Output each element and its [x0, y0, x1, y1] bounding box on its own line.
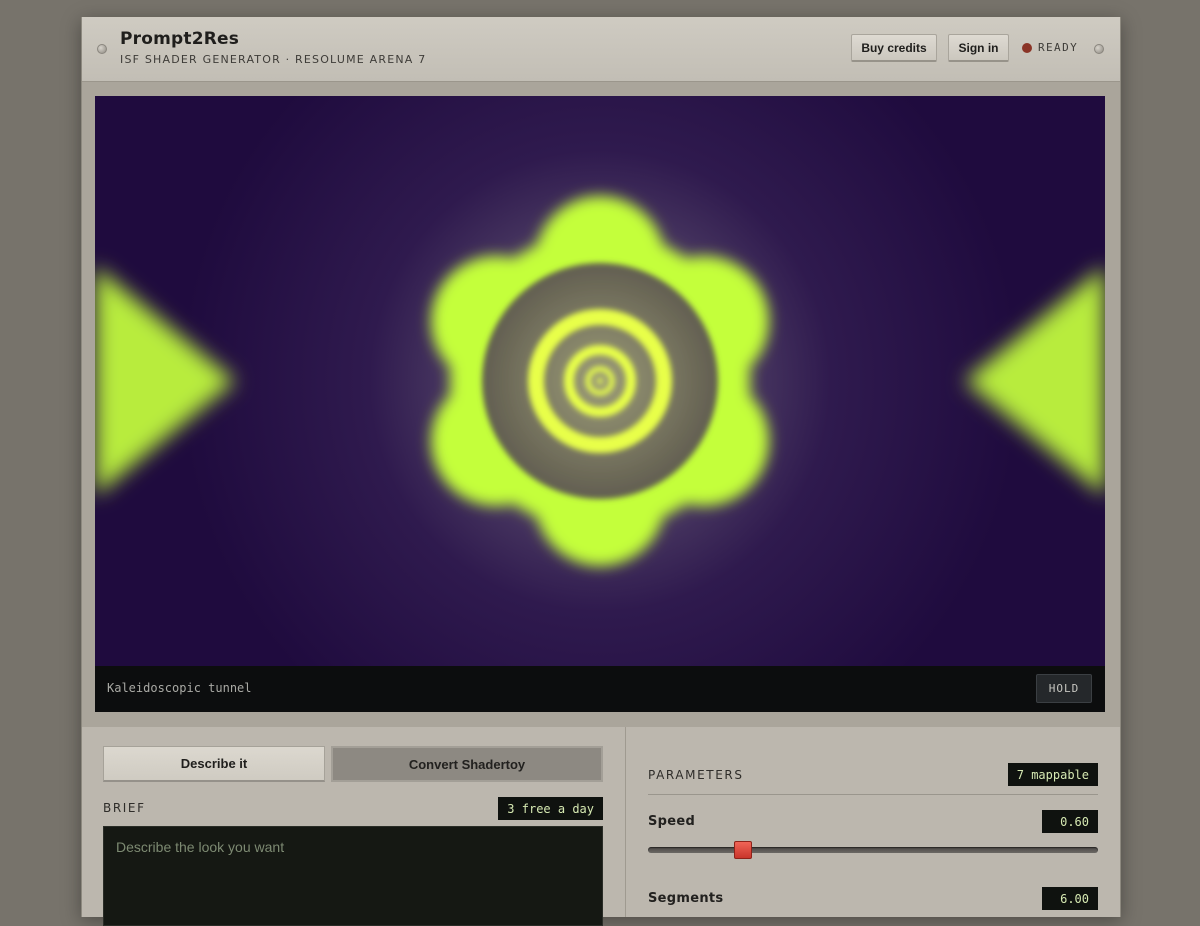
lower-panels: Describe it Convert Shadertoy BRIEF 3 fr…: [82, 727, 1120, 926]
preview-bar: Kaleidoscopic tunnel HOLD: [95, 666, 1105, 712]
screw-icon: [97, 44, 107, 54]
status-indicator: READY: [1022, 41, 1078, 54]
app-window: Prompt2Res ISF SHADER GENERATOR · RESOLU…: [81, 17, 1121, 926]
status-text: READY: [1038, 41, 1079, 54]
brief-label: BRIEF: [103, 801, 146, 815]
speed-slider-thumb[interactable]: [733, 841, 752, 859]
status-led-icon: [1022, 42, 1032, 53]
tab-convert-shadertoy[interactable]: Convert Shadertoy: [331, 746, 603, 782]
param-speed-value[interactable]: 0.60: [1042, 810, 1098, 833]
param-speed-label: Speed: [648, 814, 696, 829]
quota-badge: 3 free a day: [498, 797, 603, 820]
hold-button[interactable]: HOLD: [1036, 674, 1092, 703]
title-bar: Prompt2Res ISF SHADER GENERATOR · RESOLU…: [82, 17, 1120, 82]
app-subtitle: ISF SHADER GENERATOR · RESOLUME ARENA 7: [120, 53, 427, 66]
preset-name: Kaleidoscopic tunnel: [107, 681, 252, 695]
param-segments-value[interactable]: 6.00: [1042, 887, 1098, 910]
screw-icon: [1094, 44, 1104, 54]
preview-frame: Kaleidoscopic tunnel HOLD: [82, 82, 1120, 727]
tab-describe-it[interactable]: Describe it: [103, 746, 325, 782]
shader-preview[interactable]: [95, 96, 1105, 666]
buy-credits-button[interactable]: Buy credits: [851, 34, 937, 62]
app-title: Prompt2Res: [120, 29, 240, 49]
mappable-badge: 7 mappable: [1007, 763, 1098, 786]
sign-in-button[interactable]: Sign in: [948, 34, 1009, 62]
speed-slider-track[interactable]: [648, 847, 1098, 853]
param-segments-label: Segments: [648, 891, 724, 906]
parameters-label: PARAMETERS: [648, 768, 744, 782]
brief-input[interactable]: [103, 826, 603, 926]
shader-preview-canvas: [95, 96, 1105, 666]
parameters-panel: PARAMETERS 7 mappable Speed 0.60 Segment…: [626, 727, 1120, 917]
brief-panel: Describe it Convert Shadertoy BRIEF 3 fr…: [82, 727, 626, 926]
divider: [648, 794, 1098, 795]
